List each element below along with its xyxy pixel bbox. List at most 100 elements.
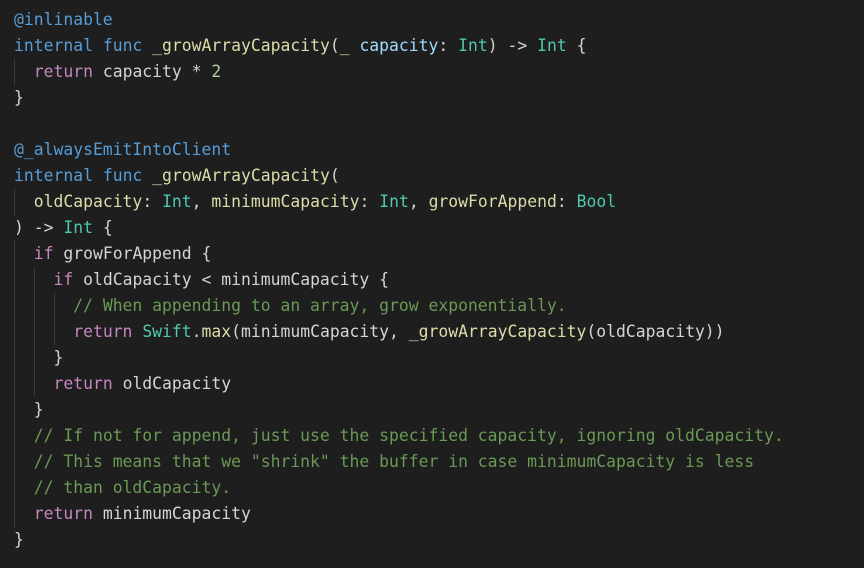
code-token: {	[92, 218, 113, 237]
code-token: // than oldCapacity.	[33, 478, 232, 497]
code-token: {	[566, 36, 587, 55]
indent-guide	[14, 293, 15, 319]
code-token: Int	[537, 36, 567, 55]
code-token: if	[53, 270, 74, 289]
code-line[interactable]: ) -> Int {	[0, 215, 864, 241]
indent-guide	[34, 267, 35, 293]
code-line[interactable]: internal func _growArrayCapacity(_ capac…	[0, 33, 864, 59]
code-token: ,	[191, 192, 212, 211]
code-line[interactable]: if oldCapacity < minimumCapacity {	[0, 267, 864, 293]
indent-guide	[14, 475, 15, 501]
code-line[interactable]: return Swift.max(minimumCapacity, _growA…	[0, 319, 864, 345]
indent-guide	[14, 345, 15, 371]
code-token: max	[201, 322, 232, 341]
indent-guide	[54, 319, 55, 345]
indent-guide	[14, 371, 15, 397]
code-token: oldCapacity < minimumCapacity {	[73, 270, 390, 289]
code-token: Int	[63, 218, 93, 237]
code-token: ) ->	[14, 218, 64, 237]
code-token: _	[339, 36, 350, 55]
code-line[interactable]: // than oldCapacity.	[0, 475, 864, 501]
indent-guide	[54, 293, 55, 319]
code-line[interactable]: // If not for append, just use the speci…	[0, 423, 864, 449]
code-line[interactable]: internal func _growArrayCapacity(	[0, 163, 864, 189]
code-token: }	[53, 348, 64, 367]
code-editor[interactable]: @inlinable internal func _growArrayCapaci…	[0, 0, 864, 568]
code-token: }	[14, 530, 24, 549]
code-token: Int	[458, 36, 488, 55]
indent-guide	[34, 319, 35, 345]
indent-guide	[34, 345, 35, 371]
indent-guide	[14, 501, 15, 527]
code-token: capacity	[359, 36, 439, 55]
code-token: }	[14, 88, 24, 107]
code-token: minimumCapacity	[92, 504, 251, 523]
code-token: .	[191, 322, 202, 341]
code-token: oldCapacity	[112, 374, 232, 393]
code-token: minimumCapacity	[211, 192, 360, 211]
code-token: Int	[162, 192, 192, 211]
code-line[interactable]: @_alwaysEmitIntoClient	[0, 137, 864, 163]
code-line[interactable]: return minimumCapacity	[0, 501, 864, 527]
code-token: // If not for append, just use the speci…	[33, 426, 784, 445]
code-token: func	[102, 166, 143, 185]
code-line[interactable]	[0, 111, 864, 137]
code-token: Bool	[576, 192, 617, 211]
code-token: (	[329, 36, 340, 55]
code-token: ,	[408, 192, 429, 211]
code-token: return	[73, 322, 133, 341]
code-line[interactable]: return oldCapacity	[0, 371, 864, 397]
code-token: // When appending to an array, grow expo…	[73, 296, 567, 315]
code-token: (oldCapacity))	[586, 322, 725, 341]
code-line[interactable]: }	[0, 397, 864, 423]
code-token: :	[556, 192, 577, 211]
code-token: }	[33, 400, 44, 419]
code-token: _growArrayCapacity	[408, 322, 587, 341]
code-token: growForAppend	[428, 192, 557, 211]
code-line[interactable]: @inlinable	[0, 7, 864, 33]
code-line[interactable]: // When appending to an array, grow expo…	[0, 293, 864, 319]
code-line[interactable]: oldCapacity: Int, minimumCapacity: Int, …	[0, 189, 864, 215]
code-line[interactable]: // This means that we "shrink" the buffe…	[0, 449, 864, 475]
code-line[interactable]: return capacity * 2	[0, 59, 864, 85]
indent-guide	[14, 397, 15, 423]
code-token: 2	[211, 62, 222, 81]
indent-guide	[14, 449, 15, 475]
indent-guide	[14, 267, 15, 293]
code-line[interactable]: }	[0, 345, 864, 371]
code-token: @inlinable	[14, 10, 113, 29]
code-token: _growArrayCapacity	[152, 166, 330, 185]
indent-guide	[14, 59, 15, 85]
code-line[interactable]: }	[0, 527, 864, 553]
code-line[interactable]: if growForAppend {	[0, 241, 864, 267]
code-token: // This means that we "shrink" the buffe…	[33, 452, 755, 471]
code-token: oldCapacity	[33, 192, 143, 211]
code-token: return	[33, 62, 93, 81]
code-token: ) ->	[487, 36, 538, 55]
code-token: :	[438, 36, 459, 55]
code-token: (minimumCapacity,	[231, 322, 409, 341]
code-token: :	[359, 192, 380, 211]
code-line[interactable]: }	[0, 85, 864, 111]
code-token: func	[102, 36, 143, 55]
code-token: Int	[379, 192, 409, 211]
code-token: return	[33, 504, 93, 523]
indent-guide	[34, 293, 35, 319]
code-token: capacity *	[92, 62, 212, 81]
indent-guide	[34, 371, 35, 397]
code-token: :	[142, 192, 163, 211]
